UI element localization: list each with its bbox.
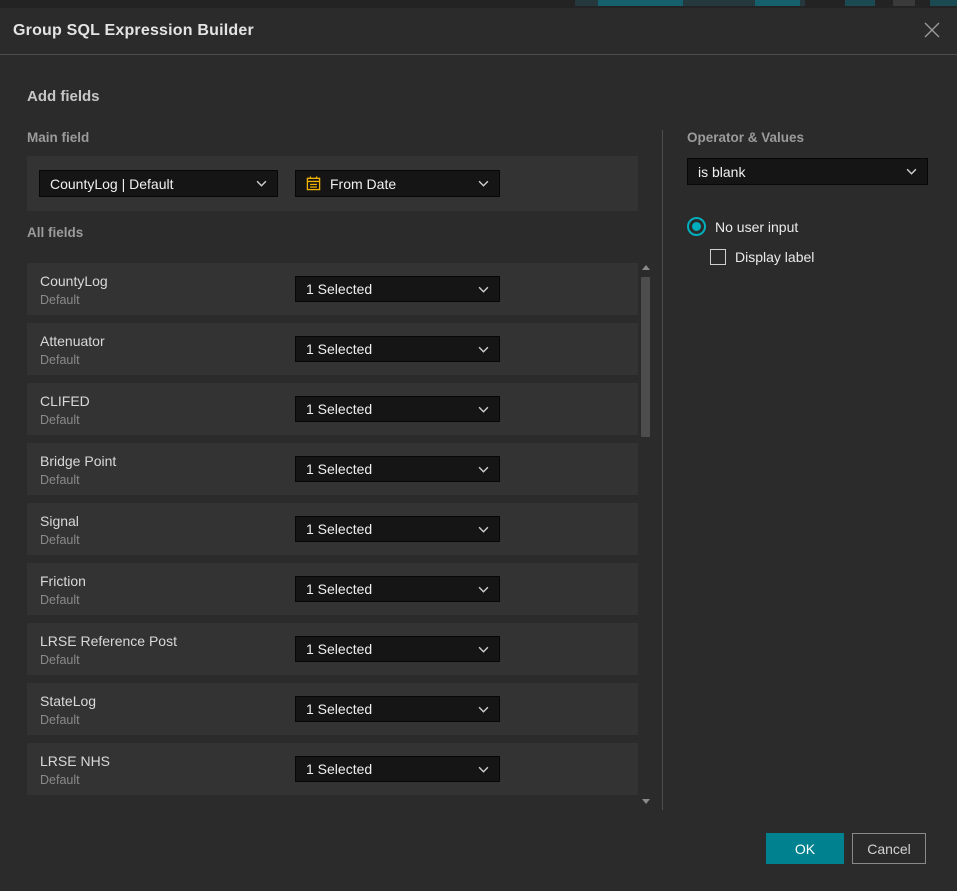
chevron-down-icon xyxy=(478,586,489,593)
field-selected-dropdown[interactable]: 1 Selected xyxy=(295,696,500,722)
field-sublabel: Default xyxy=(40,533,80,547)
checkbox-unchecked-icon xyxy=(710,249,726,265)
main-field-panel: CountyLog | Default From Date xyxy=(27,156,638,211)
operator-values-title: Operator & Values xyxy=(687,130,804,145)
chevron-down-icon xyxy=(478,646,489,653)
field-selected-dropdown[interactable]: 1 Selected xyxy=(295,396,500,422)
panel-divider xyxy=(662,130,663,810)
dropdown-value: 1 Selected xyxy=(306,761,470,777)
chevron-down-icon xyxy=(478,346,489,353)
dropdown-value: is blank xyxy=(698,164,898,180)
field-sublabel: Default xyxy=(40,293,80,307)
app-background-strip xyxy=(0,0,957,8)
add-fields-heading: Add fields xyxy=(27,88,100,105)
field-name: Signal xyxy=(40,513,79,529)
dropdown-value: 1 Selected xyxy=(306,281,470,297)
dropdown-value: From Date xyxy=(330,176,470,192)
chevron-down-icon xyxy=(478,526,489,533)
background-fragment xyxy=(755,0,800,6)
chevron-down-icon xyxy=(478,706,489,713)
field-row[interactable]: Bridge Point Default 1 Selected xyxy=(27,443,638,495)
display-label-checkbox[interactable]: Display label xyxy=(710,249,814,265)
close-button[interactable] xyxy=(921,19,943,41)
field-selected-dropdown[interactable]: 1 Selected xyxy=(295,756,500,782)
background-fragment xyxy=(893,0,915,6)
chevron-down-icon xyxy=(478,406,489,413)
field-selected-dropdown[interactable]: 1 Selected xyxy=(295,336,500,362)
no-user-input-radio[interactable]: No user input xyxy=(687,217,798,236)
calendar-icon xyxy=(306,176,321,191)
radio-selected-icon xyxy=(687,217,706,236)
operator-dropdown[interactable]: is blank xyxy=(687,158,928,185)
chevron-down-icon xyxy=(478,766,489,773)
field-sublabel: Default xyxy=(40,353,80,367)
field-row[interactable]: StateLog Default 1 Selected xyxy=(27,683,638,735)
checkbox-label: Display label xyxy=(735,249,814,265)
field-name: LRSE Reference Post xyxy=(40,633,177,649)
close-icon xyxy=(923,21,941,39)
all-fields-list: CountyLog Default 1 Selected Attenuator … xyxy=(27,263,638,803)
field-row[interactable]: CLIFED Default 1 Selected xyxy=(27,383,638,435)
all-fields-label: All fields xyxy=(27,225,83,240)
field-sublabel: Default xyxy=(40,653,80,667)
background-fragment xyxy=(598,0,683,6)
background-fragment xyxy=(845,0,875,6)
field-sublabel: Default xyxy=(40,413,80,427)
radio-label: No user input xyxy=(715,219,798,235)
field-sublabel: Default xyxy=(40,713,80,727)
fields-list-scrollbar[interactable] xyxy=(639,263,652,806)
field-selected-dropdown[interactable]: 1 Selected xyxy=(295,636,500,662)
dropdown-value: 1 Selected xyxy=(306,641,470,657)
dialog-header: Group SQL Expression Builder xyxy=(0,8,957,55)
field-name: CountyLog xyxy=(40,273,108,289)
scrollbar-thumb[interactable] xyxy=(641,277,650,437)
dropdown-value: 1 Selected xyxy=(306,521,470,537)
field-name: Friction xyxy=(40,573,86,589)
field-name: CLIFED xyxy=(40,393,90,409)
dialog-title: Group SQL Expression Builder xyxy=(13,22,254,40)
field-selected-dropdown[interactable]: 1 Selected xyxy=(295,276,500,302)
field-sublabel: Default xyxy=(40,473,80,487)
field-selected-dropdown[interactable]: 1 Selected xyxy=(295,456,500,482)
chevron-down-icon xyxy=(478,180,489,187)
field-row[interactable]: Signal Default 1 Selected xyxy=(27,503,638,555)
chevron-down-icon xyxy=(478,466,489,473)
chevron-down-icon xyxy=(478,286,489,293)
field-row[interactable]: Friction Default 1 Selected xyxy=(27,563,638,615)
cancel-button[interactable]: Cancel xyxy=(852,833,926,864)
field-row[interactable]: LRSE NHS Default 1 Selected xyxy=(27,743,638,795)
field-row[interactable]: LRSE Reference Post Default 1 Selected xyxy=(27,623,638,675)
background-fragment xyxy=(930,0,957,6)
chevron-down-icon xyxy=(256,180,267,187)
main-field-field-dropdown[interactable]: From Date xyxy=(295,170,500,197)
field-name: Attenuator xyxy=(40,333,105,349)
scroll-up-icon[interactable] xyxy=(642,265,650,270)
field-selected-dropdown[interactable]: 1 Selected xyxy=(295,516,500,542)
group-sql-expression-builder-dialog: Group SQL Expression Builder Add fields … xyxy=(0,8,957,891)
main-field-source-dropdown[interactable]: CountyLog | Default xyxy=(39,170,278,197)
scroll-down-icon[interactable] xyxy=(642,799,650,804)
field-name: StateLog xyxy=(40,693,96,709)
field-row[interactable]: Attenuator Default 1 Selected xyxy=(27,323,638,375)
field-row[interactable]: CountyLog Default 1 Selected xyxy=(27,263,638,315)
dropdown-value: 1 Selected xyxy=(306,341,470,357)
dropdown-value: 1 Selected xyxy=(306,581,470,597)
dropdown-value: CountyLog | Default xyxy=(50,176,248,192)
main-field-label: Main field xyxy=(27,130,89,145)
field-name: Bridge Point xyxy=(40,453,116,469)
screen: Group SQL Expression Builder Add fields … xyxy=(0,0,957,891)
field-sublabel: Default xyxy=(40,593,80,607)
chevron-down-icon xyxy=(906,168,917,175)
dropdown-value: 1 Selected xyxy=(306,401,470,417)
field-sublabel: Default xyxy=(40,773,80,787)
dropdown-value: 1 Selected xyxy=(306,461,470,477)
ok-button[interactable]: OK xyxy=(766,833,844,864)
field-name: LRSE NHS xyxy=(40,753,110,769)
dropdown-value: 1 Selected xyxy=(306,701,470,717)
field-selected-dropdown[interactable]: 1 Selected xyxy=(295,576,500,602)
